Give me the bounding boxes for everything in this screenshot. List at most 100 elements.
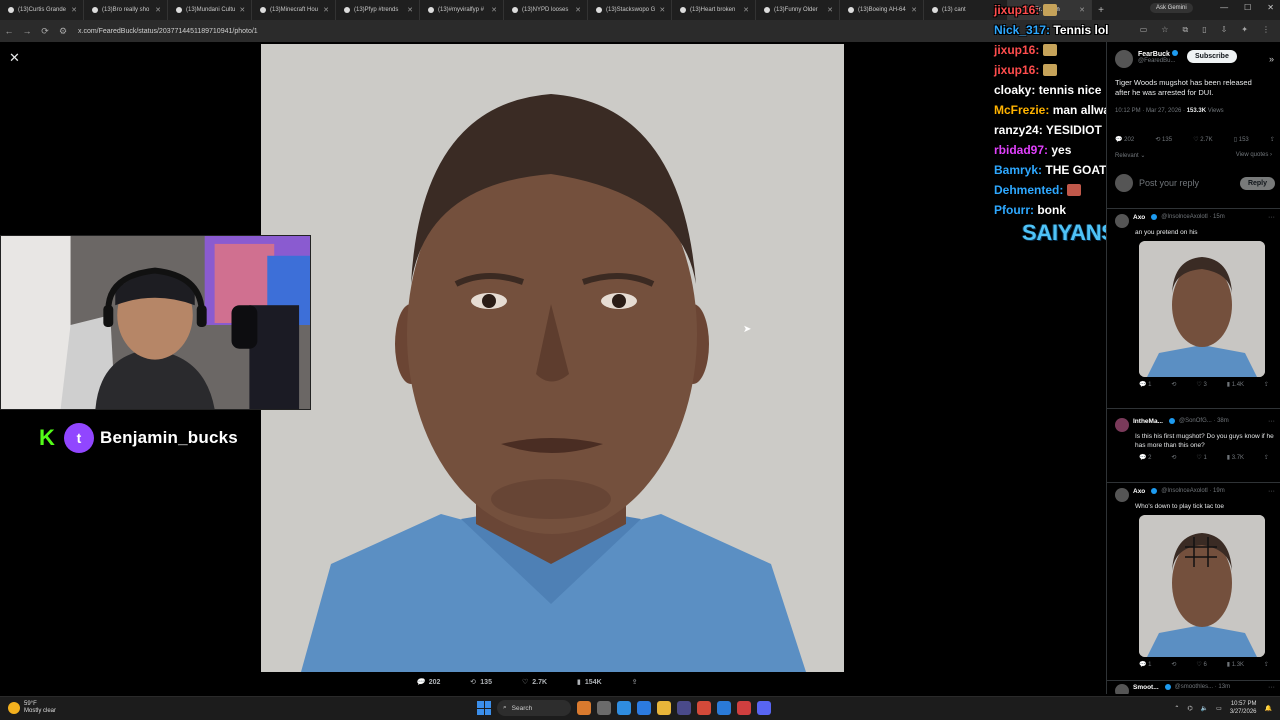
- repost-count[interactable]: ⟲ 135: [1155, 136, 1172, 143]
- browser-tab[interactable]: (13)Heart broken ✕: [672, 0, 756, 20]
- file-explorer-icon[interactable]: [657, 701, 671, 715]
- collapse-panel-icon[interactable]: »: [1269, 54, 1274, 64]
- tweet-author[interactable]: FearBuck @FearedBu...: [1115, 50, 1178, 68]
- notification-icon[interactable]: 🔔: [1265, 705, 1272, 712]
- browser-tab[interactable]: (13)Funny Older ✕: [756, 0, 840, 20]
- more-options-icon[interactable]: ···: [1268, 214, 1275, 221]
- tray-chevron-icon[interactable]: ⌃: [1174, 705, 1179, 712]
- reply-count[interactable]: 💬 202: [1115, 136, 1134, 143]
- ask-gemini-button[interactable]: Ask Gemini: [1150, 3, 1193, 13]
- sidebar-icon[interactable]: ▯: [1202, 25, 1206, 35]
- reply-input[interactable]: Post your reply: [1139, 178, 1234, 188]
- close-window-icon[interactable]: ✕: [1267, 3, 1274, 12]
- reply-icon[interactable]: 💬 1: [1139, 661, 1151, 668]
- repost-icon[interactable]: ⟲: [1171, 454, 1176, 461]
- reply-image[interactable]: [1139, 515, 1265, 657]
- close-tab-icon[interactable]: ✕: [575, 6, 581, 14]
- share-icon[interactable]: ⇪: [1264, 661, 1269, 668]
- extensions-icon[interactable]: ⧉: [1182, 25, 1188, 35]
- back-icon[interactable]: ←: [0, 26, 18, 36]
- share-icon[interactable]: ⇪: [1264, 381, 1269, 388]
- app-icon[interactable]: [717, 701, 731, 715]
- share-icon[interactable]: ⇪: [1264, 454, 1269, 461]
- views-action[interactable]: ▮ 154K: [577, 678, 602, 687]
- battery-icon[interactable]: ▭: [1216, 705, 1222, 712]
- bookmark-star-icon[interactable]: ☆: [1161, 25, 1168, 35]
- mugshot-photo[interactable]: [261, 44, 844, 672]
- close-tab-icon[interactable]: ✕: [239, 6, 245, 14]
- minimize-icon[interactable]: —: [1220, 3, 1228, 12]
- close-tab-icon[interactable]: ✕: [659, 6, 665, 14]
- share-action[interactable]: ⇪: [632, 678, 638, 686]
- avatar[interactable]: [1115, 684, 1129, 694]
- browser-tab[interactable]: (13)Minecraft Hou ✕: [252, 0, 336, 20]
- taskbar-search[interactable]: ⌕ Search: [497, 700, 571, 716]
- reply-icon[interactable]: 💬 1: [1139, 381, 1151, 388]
- menu-icon[interactable]: ⋮: [1262, 25, 1270, 35]
- edge-icon[interactable]: [617, 701, 631, 715]
- browser-tab[interactable]: (13)NYPD looses ✕: [504, 0, 588, 20]
- browser-tab[interactable]: (13)Mundani Cultu ✕: [168, 0, 252, 20]
- clock[interactable]: 10:57 PM 3/27/2026: [1230, 700, 1257, 716]
- browser-tab[interactable]: (13)Curtis Grande ✕: [0, 0, 84, 20]
- bar-chart-icon[interactable]: ▮ 3.7K: [1227, 454, 1244, 461]
- download-icon[interactable]: ⇩: [1221, 25, 1228, 35]
- network-icon[interactable]: ⌬: [1187, 705, 1192, 712]
- reply-button[interactable]: Reply: [1239, 176, 1275, 190]
- subscribe-button[interactable]: Subscribe: [1187, 50, 1237, 63]
- forward-icon[interactable]: →: [18, 26, 36, 36]
- avatar[interactable]: [1115, 418, 1129, 432]
- close-tab-icon[interactable]: ✕: [911, 6, 917, 14]
- reply-item[interactable]: Smoot... @smoothles... · 13m ···: [1115, 684, 1275, 694]
- maximize-icon[interactable]: ☐: [1244, 3, 1251, 12]
- discord-icon[interactable]: [757, 701, 771, 715]
- close-icon[interactable]: ✕: [9, 50, 20, 66]
- settings-icon[interactable]: [677, 701, 691, 715]
- browser-tab[interactable]: (13)#myviralfyp # ✕: [420, 0, 504, 20]
- close-tab-icon[interactable]: ✕: [407, 6, 413, 14]
- weather-widget[interactable]: 59°F Mostly clear: [8, 701, 56, 715]
- url-field[interactable]: x.com/FearedBuck/status/2037714451189710…: [78, 28, 258, 35]
- close-tab-icon[interactable]: ✕: [71, 6, 77, 14]
- reply-item[interactable]: Axo @InsolnceAxolotl · 19m ··· Who's dow…: [1115, 488, 1275, 668]
- sort-dropdown[interactable]: Relevant ⌄: [1115, 152, 1145, 159]
- copilot-icon[interactable]: [637, 701, 651, 715]
- repost-action[interactable]: ⟲ 135: [470, 678, 492, 687]
- close-tab-icon[interactable]: ✕: [827, 6, 833, 14]
- volume-icon[interactable]: 🔈: [1201, 705, 1208, 712]
- browser-tab[interactable]: (13)Pfyp #trends ✕: [336, 0, 420, 20]
- windows-start-icon[interactable]: [477, 701, 491, 715]
- gemini-icon[interactable]: ✦: [1241, 25, 1248, 35]
- more-options-icon[interactable]: ···: [1268, 488, 1275, 495]
- close-tab-icon[interactable]: ✕: [743, 6, 749, 14]
- avatar[interactable]: [1115, 488, 1129, 502]
- reply-item[interactable]: Axo @InsolnceAxolotl · 15m ··· an you pr…: [1115, 214, 1275, 388]
- reply-action[interactable]: 💬 202: [416, 678, 440, 687]
- more-options-icon[interactable]: ···: [1268, 418, 1275, 425]
- view-quotes-link[interactable]: View quotes ›: [1236, 152, 1272, 158]
- browser-tab[interactable]: (13)Boeing AH-64 ✕: [840, 0, 924, 20]
- like-count[interactable]: ♡ 2.7K: [1193, 136, 1212, 143]
- reply-icon[interactable]: 💬 2: [1139, 454, 1151, 461]
- widget-icon[interactable]: [577, 701, 591, 715]
- browser-tab[interactable]: (13)Stackswopo G ✕: [588, 0, 672, 20]
- task-view-icon[interactable]: [597, 701, 611, 715]
- avatar[interactable]: [1115, 50, 1133, 68]
- bar-chart-icon[interactable]: ▮ 1.4K: [1227, 381, 1244, 388]
- close-tab-icon[interactable]: ✕: [155, 6, 161, 14]
- reply-item[interactable]: IntheMa... @SonOfG... · 38m ··· Is this …: [1115, 418, 1275, 461]
- app-icon[interactable]: [737, 701, 751, 715]
- share-icon[interactable]: ⇪: [1270, 136, 1275, 143]
- heart-icon[interactable]: ♡ 6: [1196, 661, 1206, 668]
- more-options-icon[interactable]: ···: [1268, 684, 1275, 691]
- close-tab-icon[interactable]: ✕: [491, 6, 497, 14]
- bookmark-count[interactable]: ▯ 153: [1234, 136, 1249, 143]
- reply-image[interactable]: [1139, 241, 1265, 377]
- repost-icon[interactable]: ⟲: [1171, 661, 1176, 668]
- heart-icon[interactable]: ♡ 3: [1196, 381, 1206, 388]
- repost-icon[interactable]: ⟲: [1171, 381, 1176, 388]
- browser-tab[interactable]: (13)Bro really sho ✕: [84, 0, 168, 20]
- avatar[interactable]: [1115, 214, 1129, 228]
- like-action[interactable]: ♡ 2.7K: [522, 678, 547, 687]
- close-tab-icon[interactable]: ✕: [323, 6, 329, 14]
